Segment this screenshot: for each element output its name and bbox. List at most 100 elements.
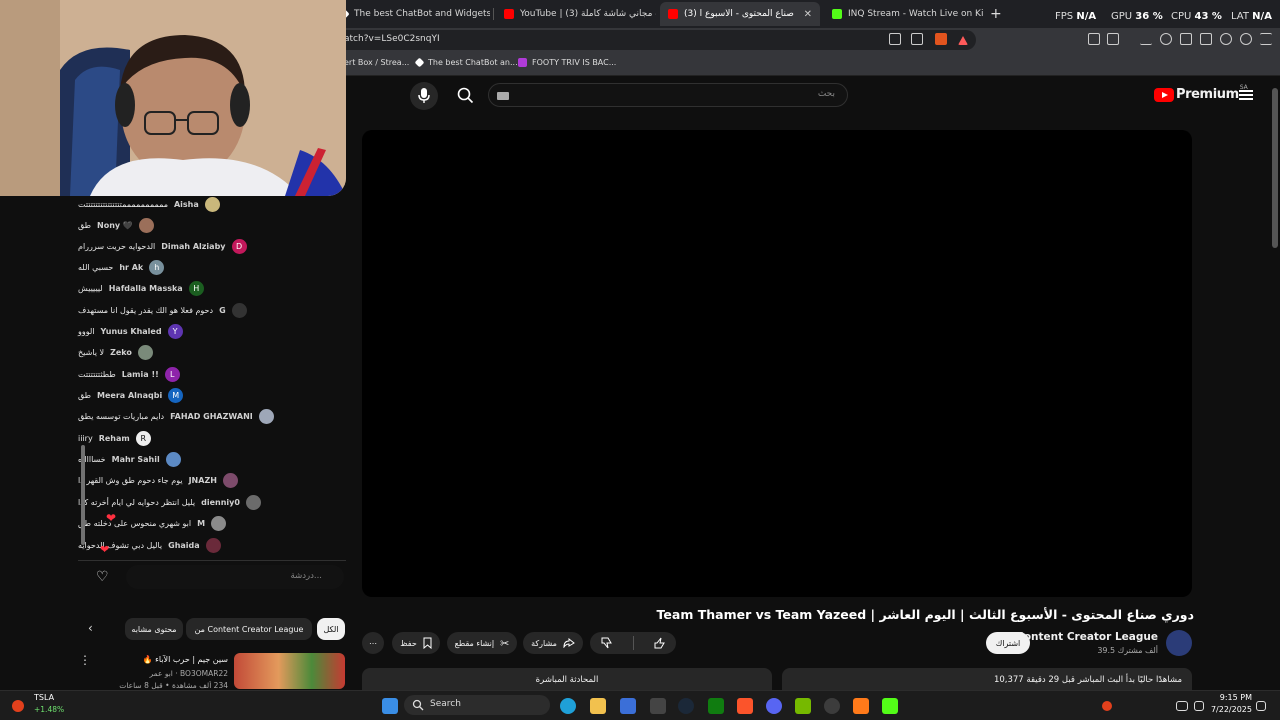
leo-ai-icon[interactable] — [1220, 33, 1232, 45]
store-icon[interactable] — [620, 698, 636, 714]
tray-app-icon[interactable] — [1102, 701, 1112, 711]
youtube-premium-logo[interactable]: Premium SA — [1154, 84, 1248, 102]
save-button[interactable]: حفظ — [392, 632, 440, 654]
chat-avatar[interactable]: R — [135, 430, 151, 446]
chat-avatar[interactable] — [138, 217, 154, 233]
chat-author[interactable]: G — [219, 306, 226, 315]
network-icon[interactable] — [1176, 701, 1188, 711]
clock-date[interactable]: 7/22/2025 — [1200, 705, 1252, 714]
description-box[interactable]: 10,377 مشاهدًا حاليًا بدأ البث المباشر ق… — [782, 668, 1192, 690]
discord-icon[interactable] — [766, 698, 782, 714]
stock-widget-icon[interactable] — [12, 700, 24, 712]
nvidia-icon[interactable] — [795, 698, 811, 714]
tab-chatbot[interactable]: The best ChatBot and Widgets for Ki — [332, 2, 490, 26]
chat-scrollbar[interactable] — [81, 445, 85, 545]
taskbar-search[interactable] — [404, 695, 550, 715]
chat-avatar[interactable]: L — [164, 366, 180, 382]
chat-author[interactable]: Reham — [99, 434, 130, 443]
chat-avatar[interactable] — [204, 196, 220, 212]
related-video-channel[interactable]: BO3OMAR22 · ابو عمر — [92, 669, 228, 678]
share-button[interactable]: مشاركة — [523, 632, 583, 654]
video-player[interactable] — [362, 130, 1192, 597]
stock-ticker[interactable]: TSLA — [34, 693, 54, 702]
chat-author[interactable]: Dimah Alziaby — [161, 242, 225, 251]
file-explorer-icon[interactable] — [590, 698, 606, 714]
xbox-icon[interactable] — [708, 698, 724, 714]
chat-avatar[interactable] — [211, 515, 227, 531]
brave-shield-icon[interactable] — [935, 33, 947, 45]
chat-avatar[interactable] — [231, 302, 247, 318]
url-text[interactable]: atch?v=LSe0C2snqYI — [344, 34, 440, 44]
channel-avatar[interactable] — [1166, 630, 1192, 656]
search-button[interactable] — [454, 84, 478, 108]
chat-author[interactable]: Lamia !! — [122, 370, 159, 379]
tab-youtube-fullscreen[interactable]: YouTube | البوت مجاني شاشة كاملة (3) — [496, 2, 656, 26]
guide-menu-icon[interactable] — [1239, 90, 1253, 100]
chat-avatar[interactable]: D — [231, 238, 247, 254]
clock-time[interactable]: 9:15 PM — [1208, 693, 1252, 702]
chat-avatar[interactable] — [222, 472, 238, 488]
chat-avatar[interactable] — [137, 344, 153, 360]
cast-icon[interactable] — [889, 33, 901, 45]
heart-icon[interactable]: ♡ — [96, 569, 109, 585]
chat-author[interactable]: Nony 🖤 — [97, 221, 133, 230]
chat-avatar[interactable]: H — [188, 280, 204, 296]
chat-author[interactable]: JNAZH — [189, 476, 217, 485]
chat-author[interactable]: FAHAD GHAZWANI — [170, 412, 253, 421]
chat-avatar[interactable] — [205, 537, 221, 553]
brave-rewards-icon[interactable] — [958, 36, 968, 45]
wallet-icon[interactable] — [1200, 33, 1212, 45]
bookmark-footy-triv[interactable]: FOOTY TRIV IS BAC... — [518, 58, 616, 67]
chevron-left-icon[interactable]: ‹ — [88, 621, 93, 635]
more-actions-button[interactable]: ⋯ — [362, 632, 384, 654]
page-scrollbar[interactable] — [1272, 88, 1278, 248]
chat-author[interactable]: Aisha — [174, 200, 199, 209]
chip-all[interactable]: الكل — [317, 618, 345, 640]
download-icon[interactable] — [1140, 33, 1152, 45]
chat-avatar[interactable] — [245, 494, 261, 510]
tab-kick[interactable]: INQ Stream - Watch Live on Kick — [824, 2, 984, 26]
app-icon[interactable] — [853, 698, 869, 714]
settings-icon[interactable] — [824, 698, 840, 714]
epic-games-icon[interactable] — [650, 698, 666, 714]
notification-icon[interactable] — [1256, 701, 1266, 711]
chat-author[interactable]: Mahr Sahil — [112, 455, 160, 464]
windows-start-icon[interactable] — [382, 698, 398, 714]
chat-avatar[interactable]: Y — [167, 323, 183, 339]
chat-author[interactable]: Meera Alnaqbi — [97, 391, 162, 400]
chat-avatar[interactable] — [165, 451, 181, 467]
vpn-icon[interactable] — [1240, 33, 1252, 45]
chat-avatar[interactable]: M — [168, 387, 184, 403]
bookmark-alert-box[interactable]: ert Box / Strea... — [344, 58, 409, 67]
live-chat-header[interactable]: المحادثة المباشرة — [362, 668, 772, 690]
clip-button[interactable]: إنشاء مقطع ✂ — [447, 632, 517, 654]
chat-author[interactable]: Hafdalla Masska — [109, 284, 183, 293]
reading-list-icon[interactable] — [1180, 33, 1192, 45]
menu-icon[interactable] — [1260, 33, 1272, 45]
chip-from-channel[interactable]: من Content Creator League — [186, 618, 312, 640]
brave-icon[interactable] — [737, 698, 753, 714]
voice-search-button[interactable] — [410, 82, 438, 110]
chat-author[interactable]: Ghaida — [168, 541, 200, 550]
subscribe-button[interactable]: اشتراك — [986, 632, 1030, 654]
share-page-icon[interactable] — [911, 33, 923, 45]
chip-similar[interactable]: محتوى مشابه — [125, 618, 183, 640]
tab-active-league[interactable]: (3) دوري صناع المحتوى - الأسبوع ا ✕ — [660, 2, 820, 26]
keyboard-icon[interactable] — [497, 92, 509, 100]
media-icon[interactable] — [1160, 33, 1172, 45]
chat-author[interactable]: dienniy0 — [201, 498, 240, 507]
tab-close-icon[interactable]: ✕ — [804, 9, 812, 20]
chat-author[interactable]: Zeko — [110, 348, 132, 357]
chat-author[interactable]: hr Ak — [119, 263, 143, 272]
related-video-thumbnail[interactable] — [234, 653, 345, 689]
chat-avatar[interactable] — [258, 408, 274, 424]
related-video-title[interactable]: سين جيم | حرب الآباء 🔥 — [92, 655, 228, 664]
extensions-icon[interactable] — [1088, 33, 1100, 45]
chat-avatar[interactable]: h — [149, 259, 165, 275]
sidebar-icon[interactable] — [1107, 33, 1119, 45]
edge-icon[interactable] — [560, 698, 576, 714]
like-dislike-button[interactable] — [590, 632, 676, 654]
kick-icon[interactable] — [882, 698, 898, 714]
search-input[interactable]: بحث — [488, 83, 848, 107]
new-tab-button[interactable]: + — [990, 6, 1002, 22]
